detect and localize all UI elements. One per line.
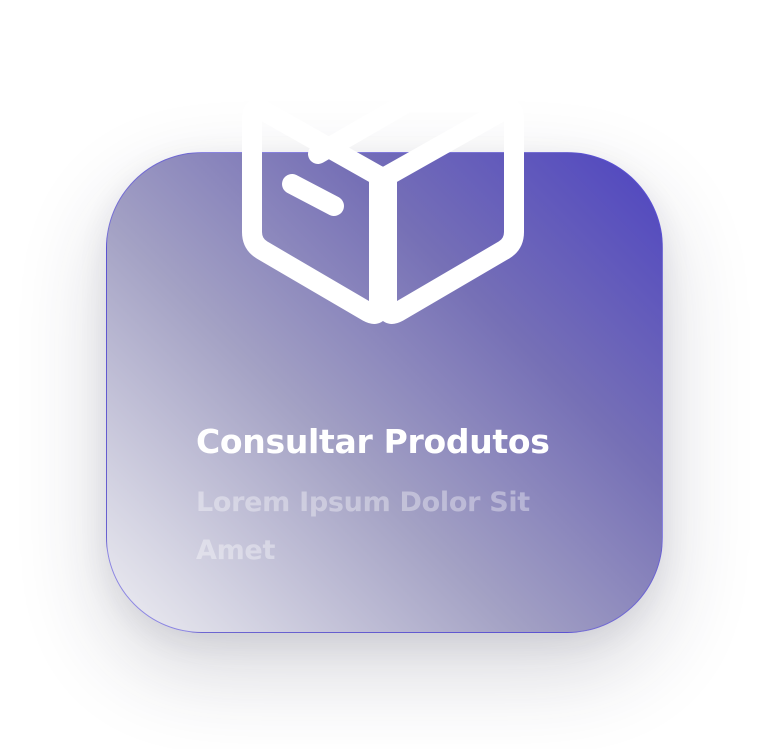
box-icon: [242, 92, 524, 324]
page: Consultar Produtos Lorem Ipsum Dolor Sit…: [0, 0, 763, 749]
card-subtitle: Lorem Ipsum Dolor Sit Amet: [196, 487, 530, 566]
card-title: Consultar Produtos: [196, 422, 550, 461]
